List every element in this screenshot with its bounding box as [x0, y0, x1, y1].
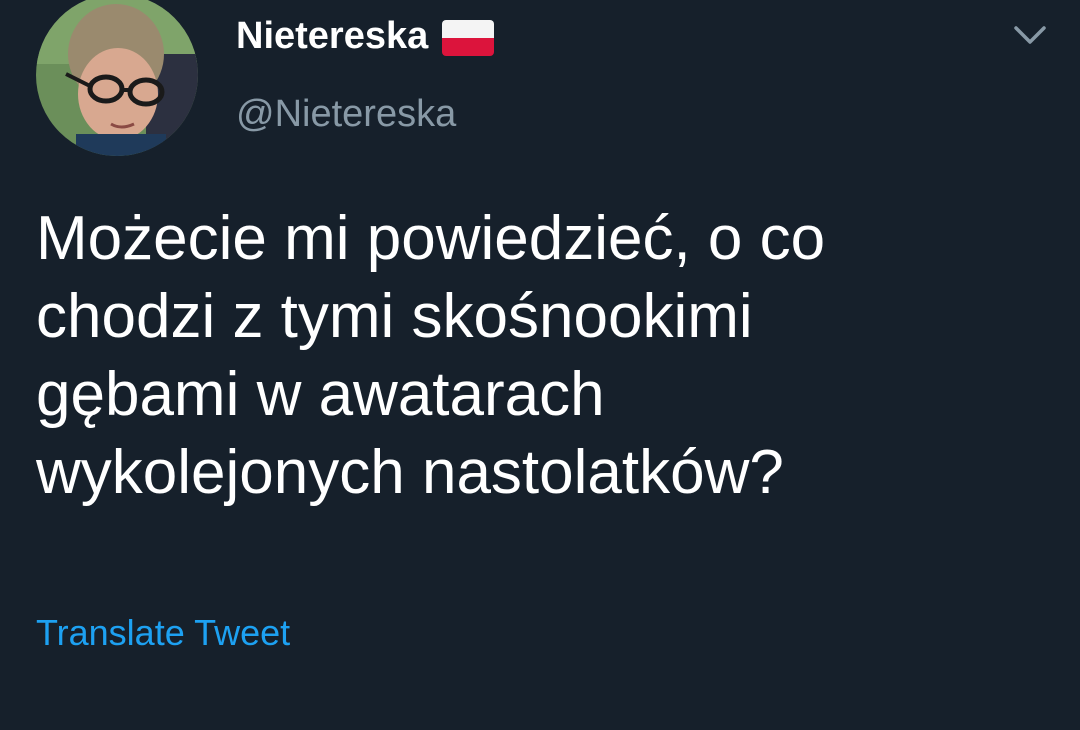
tweet: Nietereska @Nietereska Możecie mi powied…	[0, 0, 1080, 730]
poland-flag-icon	[442, 20, 495, 56]
avatar[interactable]	[36, 0, 198, 156]
author-handle[interactable]: @Nietereska	[236, 90, 456, 138]
translate-tweet-link[interactable]: Translate Tweet	[36, 610, 290, 656]
chevron-down-icon	[1014, 26, 1046, 44]
avatar-photo	[36, 0, 198, 156]
tweet-text: Możecie mi powiedzieć, o co chodzi z tym…	[36, 204, 826, 507]
author-display-name[interactable]: Nietereska	[236, 12, 495, 60]
author-name: Nietereska	[236, 15, 429, 57]
more-options-button[interactable]	[1010, 20, 1050, 50]
